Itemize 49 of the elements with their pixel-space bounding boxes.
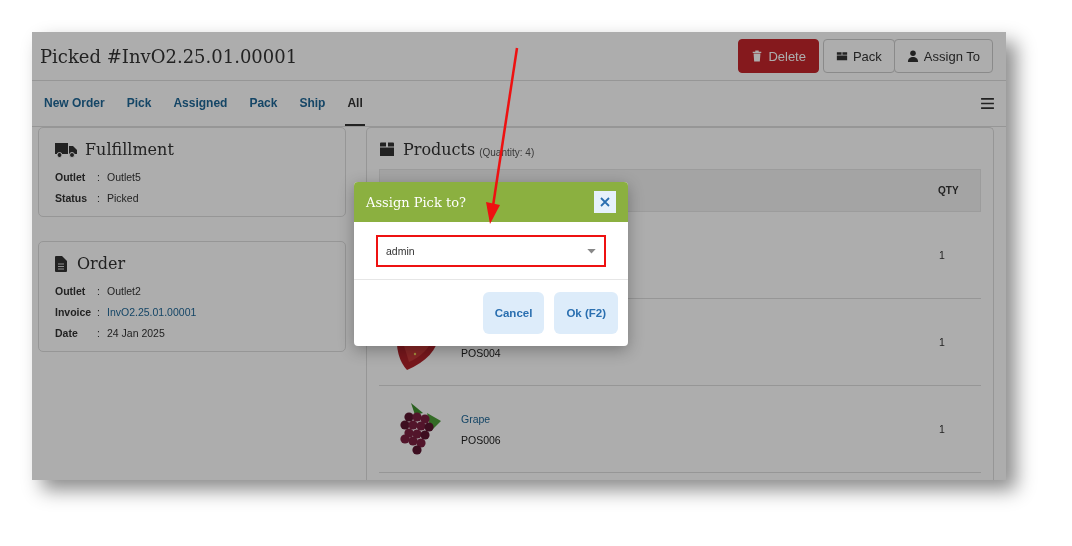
invoice-link[interactable]: InvO2.25.01.00001 xyxy=(107,306,197,318)
product-code: POS004 xyxy=(461,346,501,359)
nav-tab[interactable]: Pick xyxy=(124,81,154,126)
card-title: Fulfillment xyxy=(85,140,174,159)
box-icon xyxy=(379,142,395,157)
quantity-value: 1 xyxy=(939,249,946,261)
action-button[interactable]: Assign To xyxy=(893,39,993,73)
field-label: Invoice xyxy=(55,306,93,318)
field-separator: : xyxy=(97,171,101,183)
box-icon xyxy=(835,50,848,62)
dialog-title: Assign Pick to? xyxy=(366,194,466,210)
close-button[interactable] xyxy=(594,191,616,213)
truck-icon xyxy=(55,141,77,158)
product-code: POS006 xyxy=(461,433,501,446)
user-icon xyxy=(906,50,919,62)
field-separator: : xyxy=(97,192,101,204)
field-value: Outlet2 xyxy=(107,285,141,297)
nav-tab[interactable]: All xyxy=(345,81,365,126)
quantity-value: 1 xyxy=(939,423,946,435)
dialog-button[interactable]: Ok (F2) xyxy=(554,292,618,334)
field-label: Date xyxy=(55,327,79,339)
field-value: Outlet5 xyxy=(107,171,141,183)
field-label: Status xyxy=(55,192,89,204)
card-title: Order xyxy=(77,254,126,273)
user-select[interactable]: admin xyxy=(376,235,606,267)
field-separator: : xyxy=(97,285,101,297)
page-title: Picked #InvO2.25.01.00001 xyxy=(40,45,298,67)
field-value: 24 Jan 2025 xyxy=(107,327,165,339)
product-link[interactable]: Grape xyxy=(461,412,501,425)
close-icon xyxy=(600,197,610,207)
nav-tab[interactable]: New Order xyxy=(42,81,107,126)
field-value: Picked xyxy=(107,192,139,204)
field-label: Outlet xyxy=(55,285,87,297)
trash-icon xyxy=(751,50,764,62)
quantity-value: 1 xyxy=(939,336,946,348)
caret-icon xyxy=(587,248,596,254)
field-label: Outlet xyxy=(55,171,87,183)
field-separator: : xyxy=(97,306,101,318)
column-header: QTY xyxy=(938,185,960,196)
action-button[interactable]: Delete xyxy=(738,39,819,73)
field-separator: : xyxy=(97,327,101,339)
nav-tab[interactable]: Ship xyxy=(297,81,328,126)
nav-tab[interactable]: Assigned xyxy=(171,81,230,126)
menu-icon[interactable] xyxy=(981,98,994,109)
dialog-button[interactable]: Cancel xyxy=(482,292,545,334)
nav-tab[interactable]: Pack xyxy=(247,81,280,126)
panel-title: Products xyxy=(403,140,476,159)
document-icon xyxy=(55,255,67,272)
action-button[interactable]: Pack xyxy=(822,39,895,73)
